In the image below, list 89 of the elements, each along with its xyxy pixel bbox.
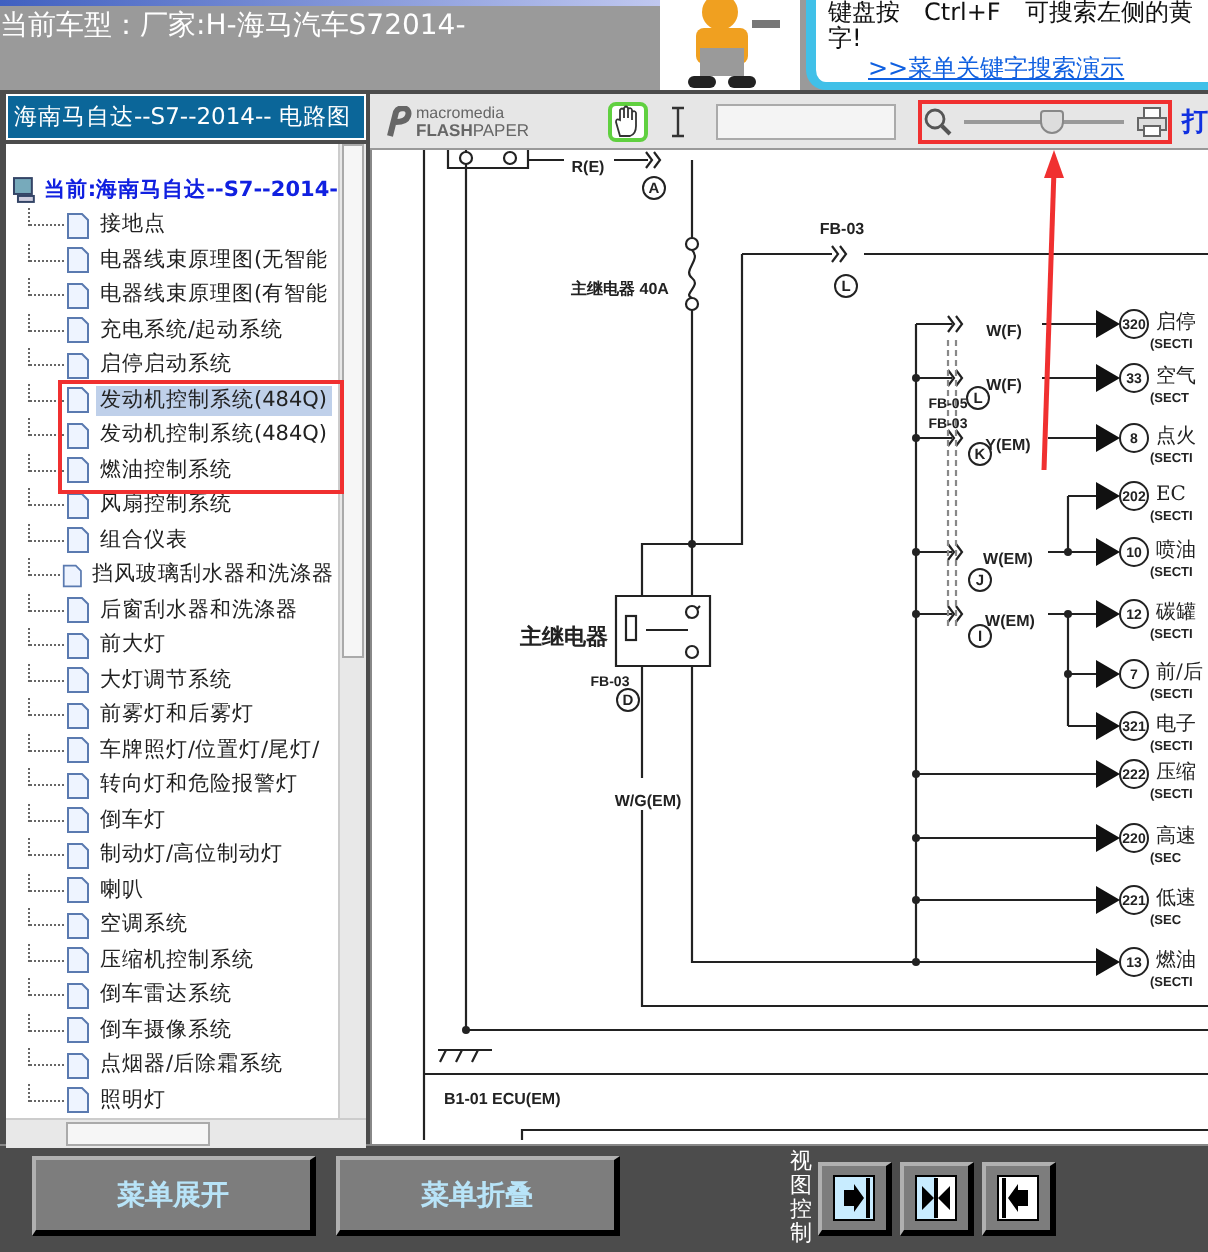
tree-item[interactable]: 车牌照灯/位置灯/尾灯/ [96,735,324,766]
view-button[interactable] [900,1162,974,1236]
wire-label: 主继电器 40A [571,280,669,298]
wire-label: FB-03 [819,220,865,238]
tree-item[interactable]: 大灯调节系统 [96,665,236,696]
tree-item[interactable]: 转向灯和危险报警灯 [96,770,302,801]
page-icon [66,1016,90,1045]
wire-label: 主继电器 [520,626,608,650]
page-icon [66,981,90,1010]
wire-label: W(F) [986,376,1022,394]
tree-item[interactable]: 压缩机控制系统 [96,945,258,976]
page-icon [66,911,90,940]
page-icon [66,456,90,485]
tree-item[interactable]: 挡风玻璃刮水器和洗涤器 [88,560,338,591]
print-icon[interactable] [1136,105,1168,137]
wire-label: W(F) [986,322,1022,340]
print-label[interactable]: 打 [1182,103,1208,139]
computer-icon [12,176,38,204]
current-model-label: 当前车型：厂家:H-海马汽车S72014- [0,8,468,44]
tree-root[interactable]: 当前:海南马自达--S7--2014- [43,176,338,204]
logo-icon [384,105,412,137]
tree-item[interactable]: 倒车雷达系统 [96,980,236,1011]
tree-item[interactable]: 喇叭 [96,875,148,906]
slider-thumb[interactable] [1040,109,1064,133]
page-icon [66,1051,90,1080]
arrow-right-icon [832,1174,876,1222]
page-icon [66,386,90,415]
page-icon [66,806,90,835]
page-icon [66,736,90,765]
tree-item[interactable]: 后窗刮水器和洗涤器 [96,595,302,626]
tree-item[interactable]: 燃油控制系统 [96,455,236,486]
page-icon [66,211,90,240]
wire-label: W(EM) [985,612,1035,630]
page-icon [66,631,90,660]
logo-product-text: FLASHPAPER [416,121,530,139]
page-icon [66,421,90,450]
page-icon [66,491,90,520]
page-icon [66,771,90,800]
tip-text: 字! [828,26,864,52]
page-icon [66,1086,90,1115]
wire-label: W/G(EM) [614,792,682,810]
page-icon [66,316,90,345]
tree-item[interactable]: 倒车摄像系统 [96,1015,236,1046]
logo-text: macromedia [416,103,507,121]
page-icon [66,666,90,695]
tree-item[interactable]: 前雾灯和后雾灯 [96,700,258,731]
wire-label: R(E) [571,158,605,176]
tree-item[interactable]: 电器线束原理图(无智能 [96,245,333,276]
page-icon [66,351,90,380]
wire-label: Y(EM) [985,436,1031,454]
view-button[interactable] [982,1162,1056,1236]
tree-item[interactable]: 电器线束原理图(有智能 [96,280,333,311]
page-icon [66,876,90,905]
page-icon [66,281,90,310]
tree-item[interactable]: 制动灯/高位制动灯 [96,840,288,871]
zoom-slider[interactable] [964,107,1124,135]
tree-item[interactable]: 发动机控制系统(484Q) [96,385,331,416]
text-cursor-icon [668,105,689,137]
arrows-inward-icon [914,1174,958,1222]
tree-item[interactable]: 倒车灯 [96,805,170,836]
arrow-left-icon [996,1174,1040,1222]
tree-item[interactable]: 充电系统/起动系统 [96,315,288,346]
tree-item[interactable]: 发动机控制系统(484Q) [96,420,331,451]
page-icon [66,701,90,730]
zoom-icon [924,107,952,135]
wire-label: W(EM) [983,550,1033,568]
tree-item[interactable]: 空调系统 [96,910,192,941]
sidebar-title: 海南马自达--S7--2014-- 电路图 [6,94,366,140]
tree-item[interactable]: 启停启动系统 [96,350,236,381]
view-button[interactable] [818,1162,892,1236]
view-control-label: 视图控制 [790,1150,812,1247]
tip-text: 键盘按 Ctrl+F 可搜索左侧的黄 [828,0,1195,26]
hand-tool-button[interactable] [608,101,649,141]
tree-item[interactable]: 前大灯 [96,630,170,661]
search-demo-link[interactable]: >>菜单关键字搜索演示 [868,56,1208,82]
tree-item[interactable]: 组合仪表 [96,525,192,556]
search-field[interactable] [716,103,896,139]
tree-item[interactable]: 接地点 [96,210,170,241]
horizontal-scrollbar[interactable] [6,1118,366,1148]
page-icon [66,526,90,555]
tree-item[interactable]: 照明灯 [96,1085,170,1116]
vertical-scrollbar[interactable] [338,144,366,1118]
page-icon [66,946,90,975]
page-icon [66,246,90,275]
wire-label: B1-01 ECU(EM) [444,1090,561,1108]
page-icon [66,841,90,870]
tree-item[interactable]: 点烟器/后除霜系统 [96,1050,288,1081]
page-icon [66,596,90,625]
page-icon [61,561,82,590]
